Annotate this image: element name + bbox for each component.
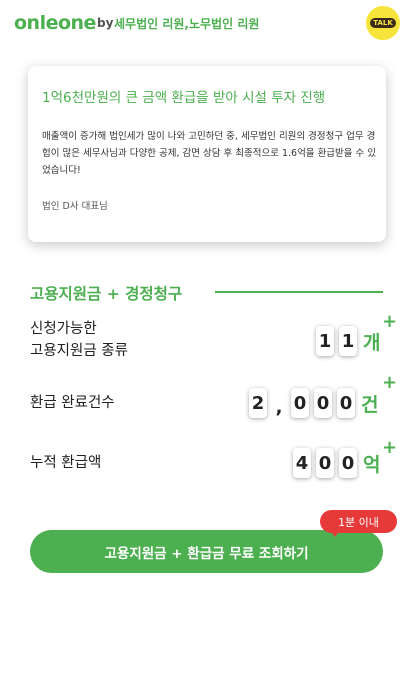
section-divider — [215, 291, 383, 293]
stat-label-line1: 신청가능한 — [30, 321, 97, 337]
counter-digit: 0 — [314, 388, 332, 418]
review-author: 법인 D사 대표님 — [42, 201, 108, 212]
counter-digit: 1 — [339, 326, 357, 356]
review-title: 1억6천만원의 큰 금액 환급을 받아 시설 투자 진행 — [42, 90, 326, 106]
stat-label-line2: 고용지원금 종류 — [30, 343, 128, 359]
counter-unit: 억 — [363, 453, 381, 476]
counter-digit: 1 — [316, 326, 334, 356]
counter-unit: 건 — [361, 393, 379, 416]
review-card: 1억6천만원의 큰 금액 환급을 받아 시설 투자 진행 매출액이 증가해 법인… — [28, 66, 386, 242]
stat-label-line1: 환급 완료건수 — [30, 395, 115, 411]
stats-title: 고용지원금 + 경정청구 — [30, 285, 183, 303]
plus-icon: + — [382, 372, 398, 393]
stat-label-types: 신청가능한 고용지원금 종류 — [30, 318, 128, 362]
header: onleone by 세무법인 리원,노무법인 리원 TALK — [0, 0, 413, 48]
badge-tail — [330, 530, 340, 537]
counter-unit: 개 — [363, 331, 381, 354]
stat-counter-amount: 4 0 0 억 — [293, 448, 380, 478]
plus-icon: + — [382, 437, 398, 458]
plus-icon: + — [382, 311, 398, 332]
counter-digit: 2 — [249, 388, 267, 418]
by-text: by — [97, 16, 114, 30]
counter-digit: 4 — [293, 448, 311, 478]
stat-counter-types: 1 1 개 — [316, 326, 380, 356]
stat-label-line1: 누적 환급액 — [30, 455, 102, 471]
stat-counter-completed: 2 , 0 0 0 건 — [249, 388, 378, 418]
counter-digit: 0 — [339, 448, 357, 478]
counter-digit: 0 — [337, 388, 355, 418]
counter-digit: 0 — [291, 388, 309, 418]
kakao-talk-button[interactable]: TALK — [366, 6, 400, 40]
counter-comma: , — [275, 397, 283, 418]
logo[interactable]: onleone — [14, 12, 96, 34]
stat-label-completed: 환급 완료건수 — [30, 392, 115, 414]
talk-icon: TALK — [370, 18, 396, 28]
counter-digit: 0 — [316, 448, 334, 478]
review-body: 매출액이 증가해 법인세가 많이 나와 고민하던 중, 세무법인 리원의 경정청… — [42, 131, 377, 176]
firm-name: 세무법인 리원,노무법인 리원 — [114, 17, 260, 31]
stat-label-amount: 누적 환급액 — [30, 452, 101, 474]
